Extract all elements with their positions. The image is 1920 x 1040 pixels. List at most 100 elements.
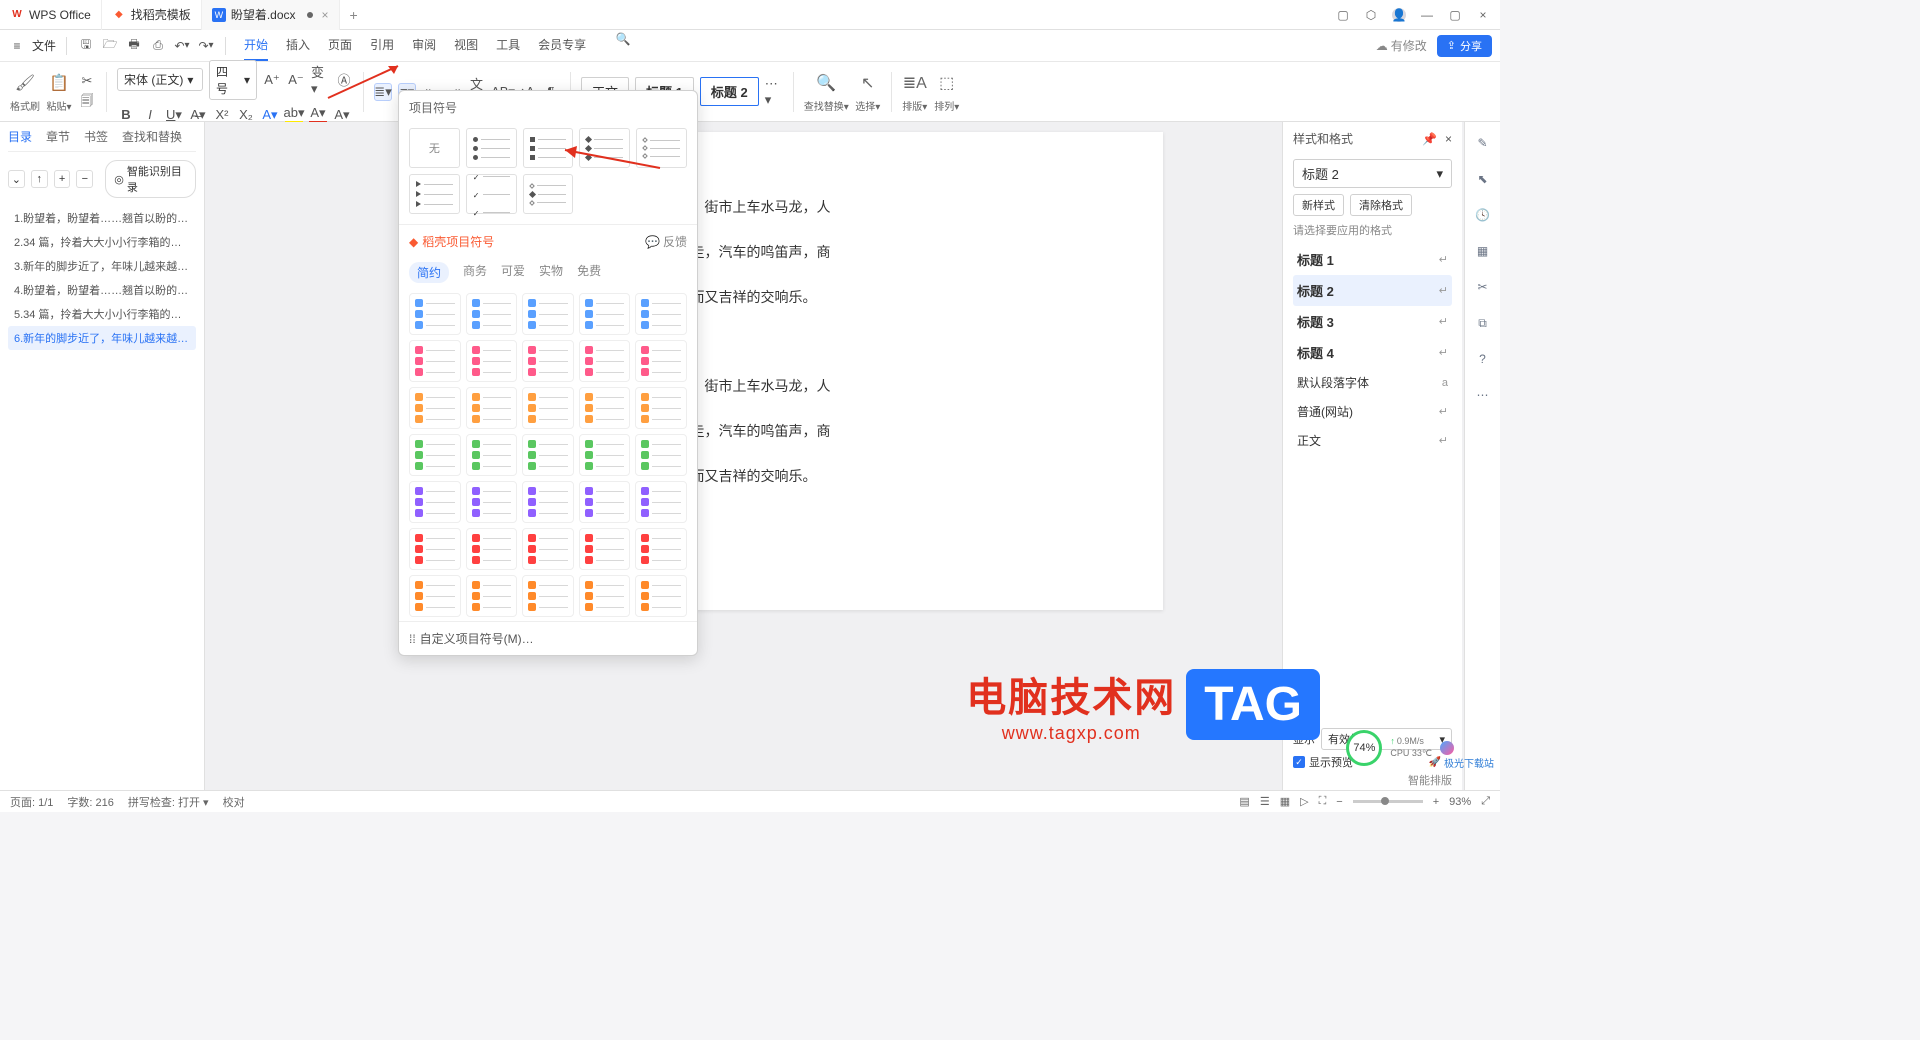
fancy-bullet-item[interactable]	[635, 340, 687, 382]
tools-icon[interactable]: ✂	[1474, 278, 1492, 296]
outline-item[interactable]: 1.盼望着，盼望着……翘首以盼的…	[8, 206, 196, 230]
strike-icon[interactable]: A̶▾	[189, 106, 207, 124]
zoom-slider[interactable]	[1353, 800, 1423, 803]
cube-icon[interactable]: ⬡	[1364, 8, 1378, 22]
feedback-button[interactable]: 💬反馈	[645, 233, 687, 250]
ptab-object[interactable]: 实物	[539, 262, 563, 283]
tab-view[interactable]: 视图	[454, 30, 478, 61]
tab-reference[interactable]: 引用	[370, 30, 394, 61]
superscript-icon[interactable]: X²	[213, 106, 231, 124]
tab-member[interactable]: 会员专享	[538, 30, 586, 61]
font-color-icon[interactable]: A▾	[309, 106, 327, 124]
hamburger-icon[interactable]: ≡	[8, 37, 26, 55]
gauge-percent[interactable]: 74%	[1346, 730, 1382, 766]
fancy-bullet-item[interactable]	[522, 293, 574, 335]
fancy-bullet-item[interactable]	[579, 434, 631, 476]
fancy-bullet-item[interactable]	[579, 293, 631, 335]
close-tab-icon[interactable]: ×	[322, 8, 329, 22]
device-icon[interactable]: ⧉	[1474, 314, 1492, 332]
view-web-icon[interactable]: ▦	[1280, 795, 1290, 808]
fancy-bullet-item[interactable]	[409, 293, 461, 335]
view-page-icon[interactable]: ▤	[1239, 795, 1249, 808]
cut-icon[interactable]: ✂	[78, 72, 96, 90]
fancy-bullet-item[interactable]	[409, 434, 461, 476]
bullet-diamond-mix[interactable]	[523, 174, 574, 214]
gallery-icon[interactable]: ▦	[1474, 242, 1492, 260]
outline-item[interactable]: 3.新年的脚步近了，年味儿越来越…	[8, 254, 196, 278]
close-window-icon[interactable]: ×	[1476, 8, 1490, 22]
undo-icon[interactable]: ↶▾	[173, 37, 191, 55]
style-item[interactable]: 正文↵	[1293, 426, 1452, 455]
ptab-cute[interactable]: 可爱	[501, 262, 525, 283]
left-tab-toc[interactable]: 目录	[8, 128, 32, 145]
left-tab-bookmark[interactable]: 书签	[84, 128, 108, 145]
fancy-bullet-item[interactable]	[409, 481, 461, 523]
print-icon[interactable]: 🖶	[125, 37, 143, 55]
paste-button[interactable]: 📋 粘贴▾	[46, 70, 72, 113]
avatar-icon[interactable]: 👤	[1392, 8, 1406, 22]
status-page[interactable]: 页面: 1/1	[10, 794, 53, 810]
tab-start[interactable]: 开始	[244, 30, 268, 61]
left-tab-find[interactable]: 查找和替换	[122, 128, 182, 145]
bullet-disc[interactable]	[466, 128, 517, 168]
bold-icon[interactable]: B	[117, 106, 135, 124]
pencil-icon[interactable]: ✎	[1474, 134, 1492, 152]
help-icon[interactable]: ?	[1474, 350, 1492, 368]
outline-item[interactable]: 6.新年的脚步近了，年味儿越来越…	[8, 326, 196, 350]
status-spell[interactable]: 拼写检查: 打开 ▾	[128, 794, 209, 810]
fancy-bullet-item[interactable]	[466, 340, 518, 382]
search-icon[interactable]: 🔍	[614, 30, 632, 48]
highlight-icon[interactable]: ab▾	[285, 106, 303, 124]
history-icon[interactable]: 🕓	[1474, 206, 1492, 224]
style-item[interactable]: 默认段落字体a	[1293, 368, 1452, 397]
fit-icon[interactable]: ⤢	[1481, 795, 1490, 808]
shading-icon[interactable]: A▾	[333, 106, 351, 124]
level-up-icon[interactable]: ↑	[31, 170, 48, 188]
ptab-business[interactable]: 商务	[463, 262, 487, 283]
fancy-bullet-item[interactable]	[409, 575, 461, 617]
fancy-bullet-item[interactable]	[409, 387, 461, 429]
fancy-bullet-item[interactable]	[466, 481, 518, 523]
current-style-combo[interactable]: 标题 2▾	[1293, 159, 1452, 188]
open-icon[interactable]: 🗁	[101, 37, 119, 55]
pointer-icon[interactable]: ⬉	[1474, 170, 1492, 188]
fancy-bullet-item[interactable]	[579, 387, 631, 429]
fancy-bullet-item[interactable]	[522, 387, 574, 429]
text-effect-icon[interactable]: A▾	[261, 106, 279, 124]
ptab-simple[interactable]: 简约	[409, 262, 449, 283]
italic-icon[interactable]: I	[141, 106, 159, 124]
fancy-bullet-item[interactable]	[522, 481, 574, 523]
close-panel-icon[interactable]: ×	[1445, 132, 1452, 146]
subscript-icon[interactable]: X₂	[237, 106, 255, 124]
outline-item[interactable]: 2.34 篇，拎着大大小小行李箱的…	[8, 230, 196, 254]
remove-icon[interactable]: −	[76, 170, 93, 188]
fancy-bullet-item[interactable]	[579, 340, 631, 382]
share-button[interactable]: ⇪分享	[1437, 35, 1492, 57]
view-read-icon[interactable]: ☰	[1260, 795, 1270, 808]
pin-icon[interactable]: 📌	[1422, 132, 1437, 146]
new-style-button[interactable]: 新样式	[1293, 194, 1344, 216]
bullet-square[interactable]	[523, 128, 574, 168]
clear-format-button[interactable]: 清除格式	[1350, 194, 1412, 216]
panel-icon[interactable]: ▢	[1336, 8, 1350, 22]
shrink-font-icon[interactable]: A⁻	[287, 71, 305, 89]
size-combo[interactable]: 四号▾	[209, 60, 257, 100]
fancy-bullet-item[interactable]	[466, 293, 518, 335]
fancy-bullet-item[interactable]	[409, 528, 461, 570]
copy-icon[interactable]: 🗐	[78, 94, 96, 112]
more-icon[interactable]: ⋯	[1474, 386, 1492, 404]
ball-icon[interactable]	[1440, 741, 1454, 755]
outline-item[interactable]: 4.盼望着，盼望着……翘首以盼的…	[8, 278, 196, 302]
tab-document[interactable]: W 盼望着.docx ×	[202, 0, 340, 30]
fancy-bullet-item[interactable]	[466, 528, 518, 570]
find-replace-button[interactable]: 🔍 查找替换▾	[804, 70, 849, 113]
underline-icon[interactable]: U▾	[165, 106, 183, 124]
bullet-none[interactable]: 无	[409, 128, 460, 168]
style-more-icon[interactable]: ⋯▾	[765, 83, 783, 101]
add-tab-button[interactable]: +	[340, 7, 368, 23]
fancy-bullet-item[interactable]	[635, 528, 687, 570]
style-item[interactable]: 普通(网站)↵	[1293, 397, 1452, 426]
add-icon[interactable]: +	[54, 170, 71, 188]
bullet-diamond[interactable]	[579, 128, 630, 168]
bullet-list-icon[interactable]: ≣▾	[374, 83, 392, 101]
